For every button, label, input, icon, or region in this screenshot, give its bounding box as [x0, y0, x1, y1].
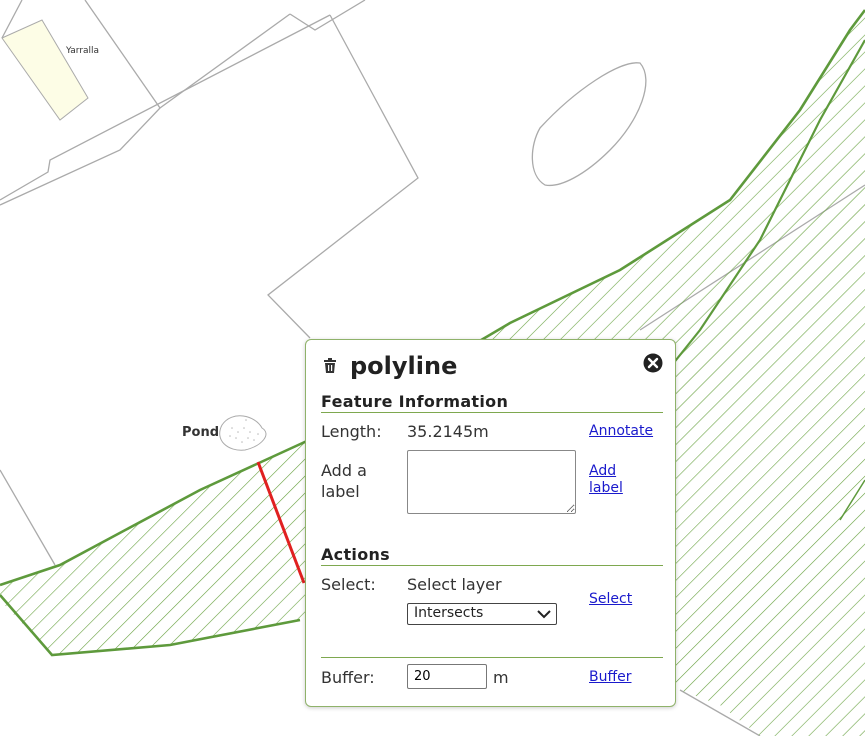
- length-label: Length:: [321, 422, 382, 441]
- pond-label: Pond: [182, 425, 220, 440]
- actions-divider: [321, 565, 663, 566]
- select-link[interactable]: Select: [589, 591, 632, 607]
- building-label: Yarralla: [66, 46, 100, 56]
- buffer-input[interactable]: [407, 664, 487, 689]
- feature-popup: polyline Feature Information Length: 35.…: [305, 339, 676, 707]
- annotate-link[interactable]: Annotate: [589, 423, 653, 439]
- feature-info-divider: [321, 412, 663, 413]
- select-label: Select:: [321, 575, 376, 594]
- close-icon[interactable]: [643, 353, 663, 373]
- popup-title: polyline: [350, 352, 458, 380]
- buffer-label: Buffer:: [321, 668, 375, 687]
- chevron-down-icon: [537, 610, 551, 619]
- select-layer-text: Select layer: [407, 575, 502, 594]
- spatial-operator-value: Intersects: [414, 605, 484, 621]
- feature-info-heading: Feature Information: [321, 392, 509, 411]
- buffer-link[interactable]: Buffer: [589, 669, 632, 685]
- label-textarea[interactable]: [407, 450, 576, 514]
- actions-heading: Actions: [321, 545, 391, 564]
- buffer-unit: m: [493, 668, 509, 687]
- add-label-link[interactable]: Add label: [589, 463, 629, 497]
- label-prompt: Add a label: [321, 461, 367, 501]
- building-yarralla: [1, 19, 89, 121]
- spatial-operator-select[interactable]: Intersects: [407, 603, 557, 625]
- pond-shape: [219, 415, 267, 451]
- trash-icon[interactable]: [323, 358, 337, 374]
- buffer-divider: [321, 657, 663, 658]
- length-value: 35.2145m: [407, 422, 489, 441]
